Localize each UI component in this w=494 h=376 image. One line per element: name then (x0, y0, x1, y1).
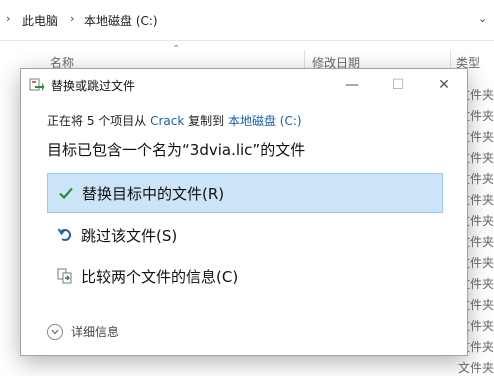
address-bar[interactable]: › 此电脑 › 本地磁盘 (C:) ⌄ (0, 0, 494, 41)
dialog-titlebar[interactable]: 替换或跳过文件 — ☐ ✕ (21, 69, 467, 101)
type-cell: 文件夹 (458, 361, 494, 375)
chevron-right-icon: › (70, 12, 75, 25)
copy-prefix: 正在将 5 个项目从 (47, 114, 147, 128)
chevron-down-icon[interactable]: ⌄ (478, 12, 487, 25)
breadcrumb-local-disk[interactable]: 本地磁盘 (C:) (84, 12, 158, 29)
compare-option-label: 比较两个文件的信息(C) (81, 267, 239, 286)
compare-files-icon (55, 266, 75, 286)
skip-option-label: 跳过该文件(S) (81, 226, 178, 245)
file-transfer-icon (29, 77, 45, 93)
compare-files-option[interactable]: 比较两个文件的信息(C) (47, 256, 443, 296)
copy-progress-text: 正在将 5 个项目从 Crack 复制到 本地磁盘 (C:) (47, 112, 302, 129)
chevron-right-icon: › (6, 12, 11, 25)
skip-file-option[interactable]: 跳过该文件(S) (47, 215, 443, 255)
source-folder-link[interactable]: Crack (150, 114, 184, 128)
copy-middle: 复制到 (188, 114, 225, 128)
dialog-title: 替换或跳过文件 (51, 79, 136, 93)
details-toggle[interactable]: 详细信息 (47, 323, 119, 340)
sort-ascending-icon: ⌃ (172, 44, 181, 55)
breadcrumb-this-pc[interactable]: 此电脑 (22, 12, 58, 29)
minimize-button[interactable]: — (329, 69, 375, 101)
skip-arrow-icon (55, 225, 75, 245)
details-label: 详细信息 (71, 325, 120, 339)
replace-files-option[interactable]: 替换目标中的文件(R) (47, 173, 443, 213)
conflict-message: 目标已包含一个名为“3dvia.lic”的文件 (47, 141, 306, 159)
checkmark-icon (56, 183, 76, 203)
replace-or-skip-dialog: 替换或跳过文件 — ☐ ✕ 正在将 5 个项目从 Crack 复制到 本地磁盘 … (20, 68, 468, 356)
maximize-button[interactable]: ☐ (375, 69, 421, 101)
close-button[interactable]: ✕ (421, 69, 467, 101)
destination-folder-link[interactable]: 本地磁盘 (C:) (228, 114, 302, 128)
replace-option-label: 替换目标中的文件(R) (82, 184, 225, 203)
chevron-down-icon (47, 323, 63, 340)
